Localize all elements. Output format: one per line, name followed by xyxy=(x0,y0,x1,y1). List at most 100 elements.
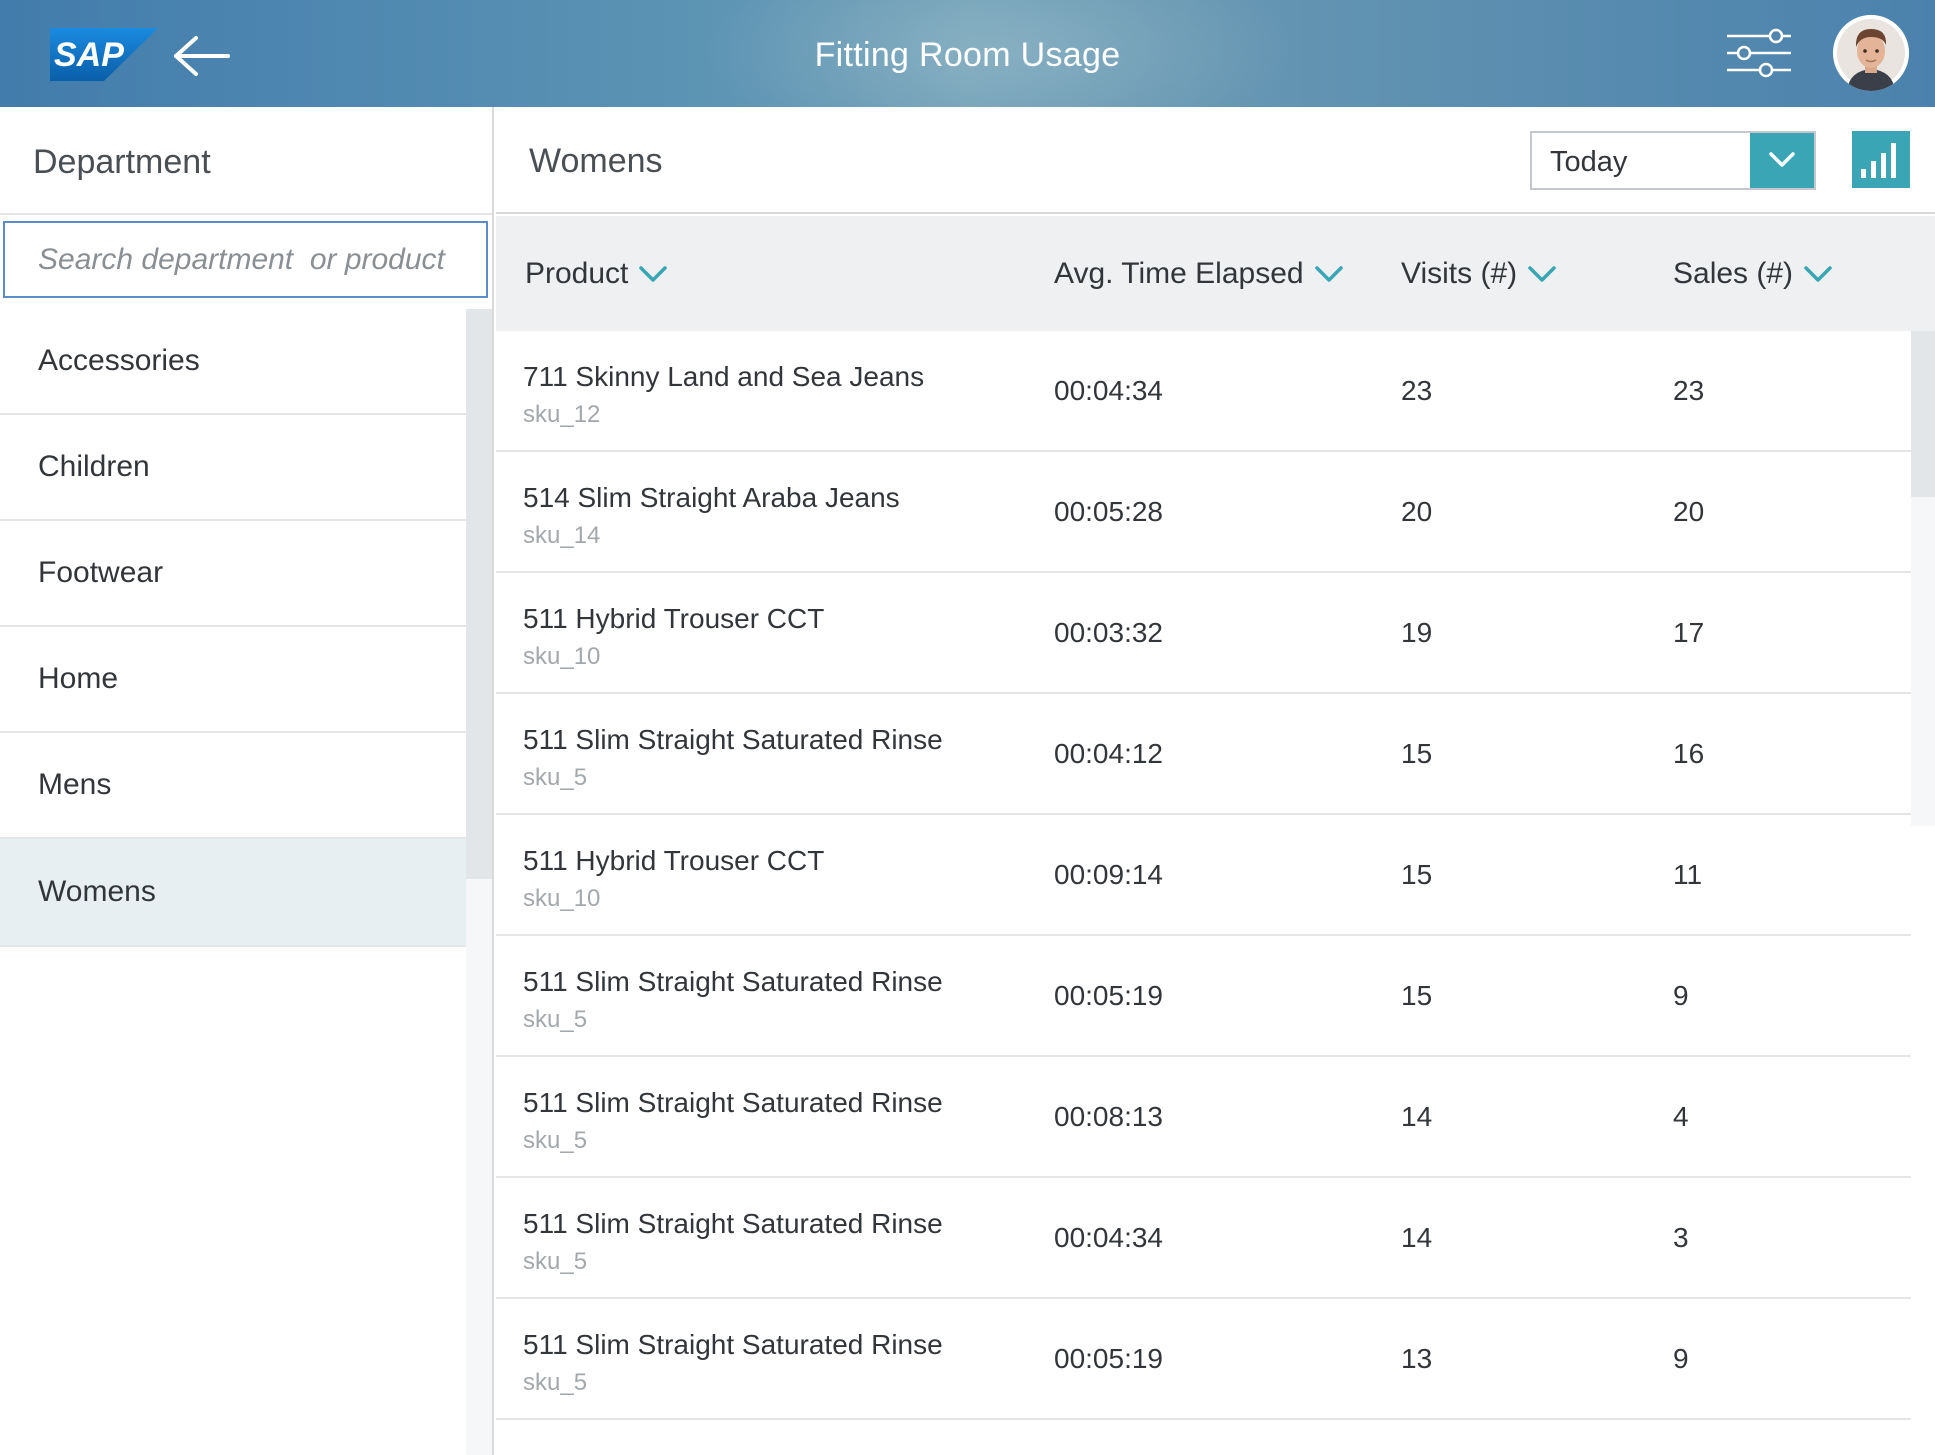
table-row[interactable]: 514 Slim Straight Araba Jeans sku_14 00:… xyxy=(496,452,1911,573)
avg-time-cell: 00:05:19 xyxy=(1054,980,1163,1011)
table-row[interactable]: 511 Hybrid Trouser CCT sku_10 00:03:32 1… xyxy=(496,573,1911,694)
sales-cell: 20 xyxy=(1673,496,1705,527)
table-row[interactable]: 511 Slim Straight Saturated Rinse sku_5 … xyxy=(496,694,1911,815)
table-row[interactable]: 511 Slim Straight Saturated Rinse sku_5 … xyxy=(496,1057,1911,1178)
department-scrollbar-thumb[interactable] xyxy=(466,309,492,879)
table-row[interactable]: 511 Hybrid Trouser CCT sku_10 00:09:14 1… xyxy=(496,815,1911,936)
period-select-value: Today xyxy=(1550,146,1628,178)
product-cell: 511 Hybrid Trouser CCT sku_10 xyxy=(523,603,824,671)
column-header-avg-time[interactable]: Avg. Time Elapsed xyxy=(1054,216,1344,331)
visits-cell: 20 xyxy=(1401,496,1433,527)
chevron-down-icon xyxy=(639,265,668,282)
avg-time-cell: 00:09:14 xyxy=(1054,859,1163,890)
department-item-mens[interactable]: Mens xyxy=(0,733,466,839)
chevron-down-icon xyxy=(1528,265,1556,282)
department-item-label: Home xyxy=(38,662,119,695)
shell-bar: SAP Fitting Room Usage xyxy=(0,0,1935,107)
visits-cell: 19 xyxy=(1401,617,1433,648)
chevron-down-icon xyxy=(1804,265,1832,282)
table-row[interactable]: 711 Skinny Land and Sea Jeans sku_12 00:… xyxy=(496,331,1911,452)
department-item-label: Children xyxy=(38,450,150,483)
column-header-label: Product xyxy=(525,256,629,290)
avg-time-cell: 00:05:19 xyxy=(1054,1343,1163,1374)
product-sku: sku_5 xyxy=(523,1006,588,1033)
product-cell: 511 Slim Straight Saturated Rinse sku_5 xyxy=(523,1329,943,1397)
product-cell: 514 Slim Straight Araba Jeans sku_14 xyxy=(523,482,900,550)
visits-cell: 15 xyxy=(1401,859,1433,890)
product-cell: 511 Slim Straight Saturated Rinse sku_5 xyxy=(523,966,943,1034)
sales-cell: 4 xyxy=(1673,1101,1689,1132)
product-sku: sku_10 xyxy=(523,885,601,912)
department-item-accessories[interactable]: Accessories xyxy=(0,309,466,415)
product-name: 514 Slim Straight Araba Jeans xyxy=(523,482,900,513)
department-title: Department xyxy=(33,143,211,181)
product-sku: sku_12 xyxy=(523,401,601,428)
visits-cell: 15 xyxy=(1401,738,1433,769)
avg-time-cell: 00:04:12 xyxy=(1054,738,1163,769)
product-sku: sku_5 xyxy=(523,1369,588,1396)
column-header-product[interactable]: Product xyxy=(525,216,668,331)
product-name: 511 Hybrid Trouser CCT xyxy=(523,603,825,634)
department-item-label: Mens xyxy=(38,768,112,801)
department-header: Department xyxy=(0,107,492,215)
avg-time-cell: 00:03:32 xyxy=(1054,617,1163,648)
table-row[interactable]: 511 Slim Straight Saturated Rinse sku_5 … xyxy=(496,1178,1911,1299)
product-name: 511 Slim Straight Saturated Rinse xyxy=(523,1329,943,1360)
table-header-row: Product Avg. Time Elapsed Visits (#) Sal… xyxy=(496,216,1935,331)
department-list: Accessories Children Footwear Home Mens … xyxy=(0,309,466,947)
sales-cell: 3 xyxy=(1673,1222,1689,1253)
department-item-home[interactable]: Home xyxy=(0,627,466,733)
bar-chart-icon xyxy=(1861,143,1896,178)
settings-sliders-icon xyxy=(1727,28,1791,78)
department-item-womens[interactable]: Womens xyxy=(0,839,466,947)
product-sku: sku_5 xyxy=(523,764,588,791)
product-cell: 711 Skinny Land and Sea Jeans sku_12 xyxy=(523,361,924,429)
product-sku: sku_5 xyxy=(523,1127,588,1154)
table-scrollbar-thumb[interactable] xyxy=(1911,331,1935,497)
product-sku: sku_5 xyxy=(523,1248,588,1275)
product-sku: sku_14 xyxy=(523,522,601,549)
avg-time-cell: 00:04:34 xyxy=(1054,1222,1163,1253)
visits-cell: 13 xyxy=(1401,1343,1433,1374)
period-select-toggle[interactable] xyxy=(1750,133,1814,188)
department-scrollbar[interactable] xyxy=(466,309,492,1455)
period-select[interactable]: Today xyxy=(1530,131,1816,190)
sales-cell: 16 xyxy=(1673,738,1705,769)
department-item-label: Footwear xyxy=(38,556,164,589)
table-scrollbar[interactable] xyxy=(1911,331,1935,826)
sales-cell: 9 xyxy=(1673,980,1689,1011)
column-header-sales[interactable]: Sales (#) xyxy=(1673,216,1833,331)
user-avatar-image xyxy=(1833,15,1909,91)
product-name: 511 Slim Straight Saturated Rinse xyxy=(523,1208,943,1239)
avg-time-cell: 00:05:28 xyxy=(1054,496,1163,527)
detail-pane: Womens Today Product Avg. Time Elapsed V… xyxy=(496,107,1935,1455)
product-sku: sku_10 xyxy=(523,643,601,670)
product-name: 511 Hybrid Trouser CCT xyxy=(523,845,825,876)
column-header-visits[interactable]: Visits (#) xyxy=(1401,216,1557,331)
visits-cell: 14 xyxy=(1401,1222,1433,1253)
product-name: 711 Skinny Land and Sea Jeans xyxy=(523,361,925,392)
avg-time-cell: 00:08:13 xyxy=(1054,1101,1163,1132)
table-row[interactable]: 511 Slim Straight Saturated Rinse sku_5 … xyxy=(496,936,1911,1057)
column-header-label: Visits (#) xyxy=(1401,256,1518,290)
product-cell: 511 Slim Straight Saturated Rinse sku_5 xyxy=(523,1208,943,1276)
visits-cell: 14 xyxy=(1401,1101,1433,1132)
product-cell: 511 Slim Straight Saturated Rinse sku_5 xyxy=(523,724,943,792)
department-item-label: Accessories xyxy=(38,344,200,377)
search-input[interactable] xyxy=(3,221,488,298)
product-table-body: 711 Skinny Land and Sea Jeans sku_12 00:… xyxy=(496,331,1911,1420)
chevron-down-icon xyxy=(1314,265,1343,282)
settings-button[interactable] xyxy=(1724,26,1794,80)
app-title: Fitting Room Usage xyxy=(814,36,1121,74)
table-row[interactable]: 511 Slim Straight Saturated Rinse sku_5 … xyxy=(496,1299,1911,1420)
sales-cell: 9 xyxy=(1673,1343,1689,1374)
sales-cell: 17 xyxy=(1673,617,1705,648)
product-cell: 511 Hybrid Trouser CCT sku_10 xyxy=(523,845,824,913)
column-header-label: Avg. Time Elapsed xyxy=(1054,256,1304,290)
department-item-children[interactable]: Children xyxy=(0,415,466,521)
chart-view-button[interactable] xyxy=(1852,131,1910,188)
product-name: 511 Slim Straight Saturated Rinse xyxy=(523,724,943,755)
department-item-footwear[interactable]: Footwear xyxy=(0,521,466,627)
user-avatar[interactable] xyxy=(1833,15,1909,91)
sales-cell: 11 xyxy=(1673,859,1703,890)
